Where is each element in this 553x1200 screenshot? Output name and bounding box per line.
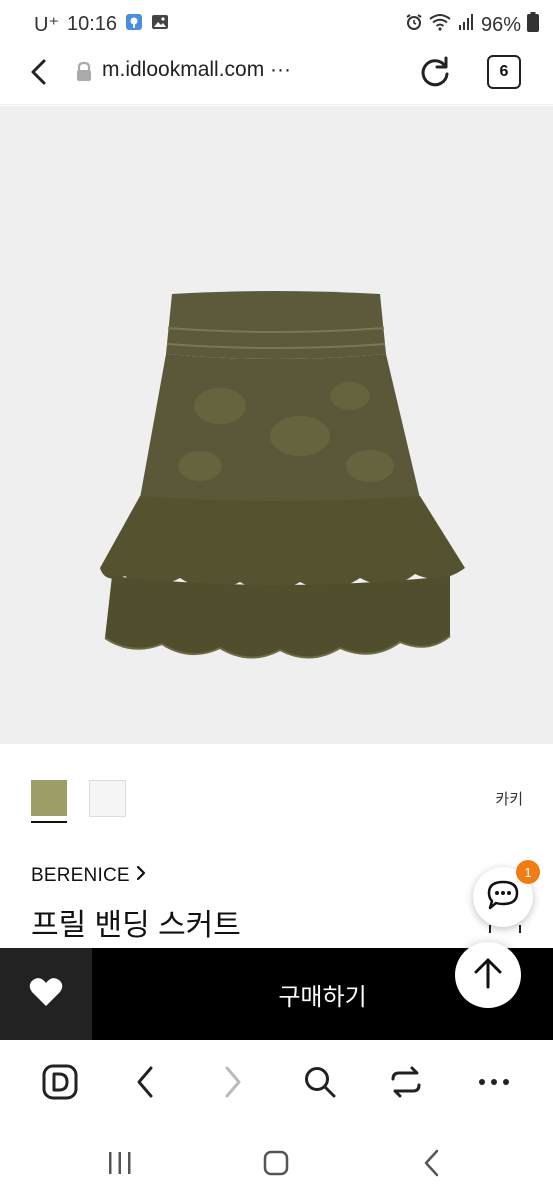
product-title: 프릴 밴딩 스커트 bbox=[31, 909, 241, 942]
home-icon[interactable] bbox=[256, 1145, 296, 1181]
wifi-icon bbox=[429, 13, 451, 37]
brand-link[interactable]: BERENICE bbox=[31, 865, 146, 887]
switch-tabs-icon[interactable] bbox=[386, 1062, 426, 1102]
more-options-icon[interactable] bbox=[474, 1062, 514, 1102]
browser-back-icon[interactable] bbox=[126, 1062, 166, 1102]
system-back-icon[interactable] bbox=[412, 1145, 452, 1181]
browser-forward-icon[interactable] bbox=[212, 1062, 252, 1102]
status-left: U⁺ 10:16 bbox=[34, 12, 169, 37]
skirt-illustration bbox=[100, 291, 465, 659]
chat-bubble-icon bbox=[486, 879, 520, 916]
search-icon[interactable] bbox=[300, 1062, 340, 1102]
selected-color-name: 카키 bbox=[495, 791, 523, 808]
alarm-icon bbox=[405, 13, 423, 37]
swatch-selected-indicator bbox=[31, 821, 67, 823]
lock-icon bbox=[75, 61, 93, 83]
status-time: 10:16 bbox=[67, 13, 118, 35]
arrow-up-icon bbox=[471, 956, 505, 995]
scroll-top-button[interactable] bbox=[455, 942, 521, 1008]
product-image[interactable] bbox=[0, 106, 553, 744]
tab-count-button[interactable]: 6 bbox=[487, 55, 521, 89]
heart-icon bbox=[29, 977, 63, 1012]
url-text[interactable]: m.idlookmall.com ··· bbox=[102, 58, 291, 82]
recent-apps-icon[interactable] bbox=[100, 1145, 140, 1181]
d-logo-icon[interactable] bbox=[40, 1062, 80, 1102]
swatch-white[interactable] bbox=[89, 780, 126, 817]
status-right: 96% bbox=[405, 12, 539, 38]
signal-icon bbox=[457, 13, 475, 37]
location-icon bbox=[125, 13, 143, 37]
chat-badge: 1 bbox=[516, 860, 540, 884]
refresh-icon[interactable] bbox=[418, 55, 452, 89]
brand-name: BERENICE bbox=[31, 865, 130, 886]
back-arrow-icon[interactable] bbox=[26, 58, 54, 86]
wishlist-button[interactable] bbox=[0, 948, 92, 1040]
carrier-label: U⁺ bbox=[34, 14, 59, 36]
chevron-right-icon bbox=[136, 865, 146, 887]
swatch-khaki[interactable] bbox=[31, 780, 67, 816]
browser-toolbar bbox=[0, 1040, 553, 1128]
battery-percent: 96% bbox=[480, 13, 521, 36]
battery-icon bbox=[527, 12, 539, 38]
gallery-icon bbox=[151, 13, 169, 37]
